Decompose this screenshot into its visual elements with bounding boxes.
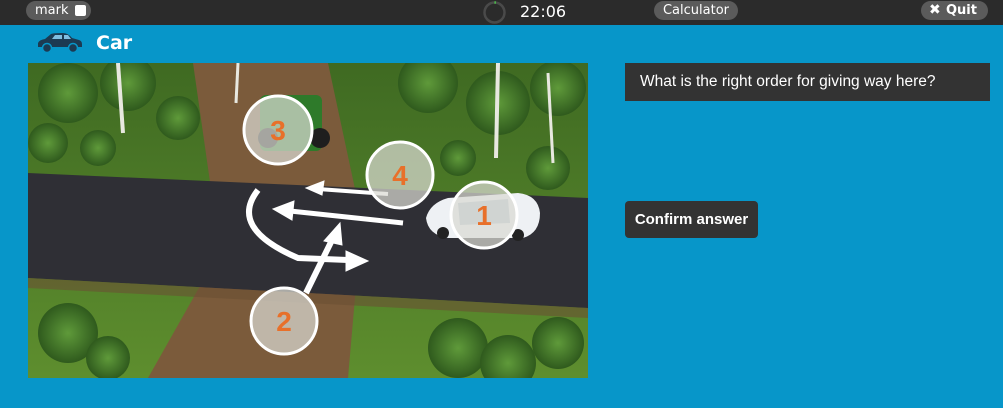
marker-4: 4 (365, 140, 435, 210)
category-title: Car (96, 32, 133, 54)
timer-text: 22:06 (520, 2, 567, 21)
mark-checkbox[interactable] (75, 5, 86, 16)
marker-3-number: 3 (270, 115, 286, 146)
calculator-button[interactable]: Calculator (654, 1, 738, 20)
quit-label: Quit (946, 3, 977, 18)
close-icon: ✖ (929, 2, 941, 18)
marker-1: 1 (449, 180, 519, 250)
marker-1-number: 1 (476, 200, 492, 231)
mark-label: mark (35, 3, 69, 18)
confirm-answer-button[interactable]: Confirm answer (625, 201, 758, 238)
junction-scene: 3 4 1 2 (28, 63, 588, 378)
car-icon (38, 33, 82, 54)
quit-button[interactable]: ✖ Quit (921, 1, 988, 20)
top-bar: mark 22:06 Calculator ✖ Quit (0, 0, 1003, 25)
mark-button[interactable]: mark (26, 1, 91, 20)
marker-4-number: 4 (392, 160, 408, 191)
marker-3: 3 (242, 94, 314, 166)
marker-2-number: 2 (276, 306, 292, 337)
timer-icon (483, 1, 506, 24)
question-text: What is the right order for giving way h… (625, 63, 990, 101)
marker-2: 2 (249, 286, 319, 356)
